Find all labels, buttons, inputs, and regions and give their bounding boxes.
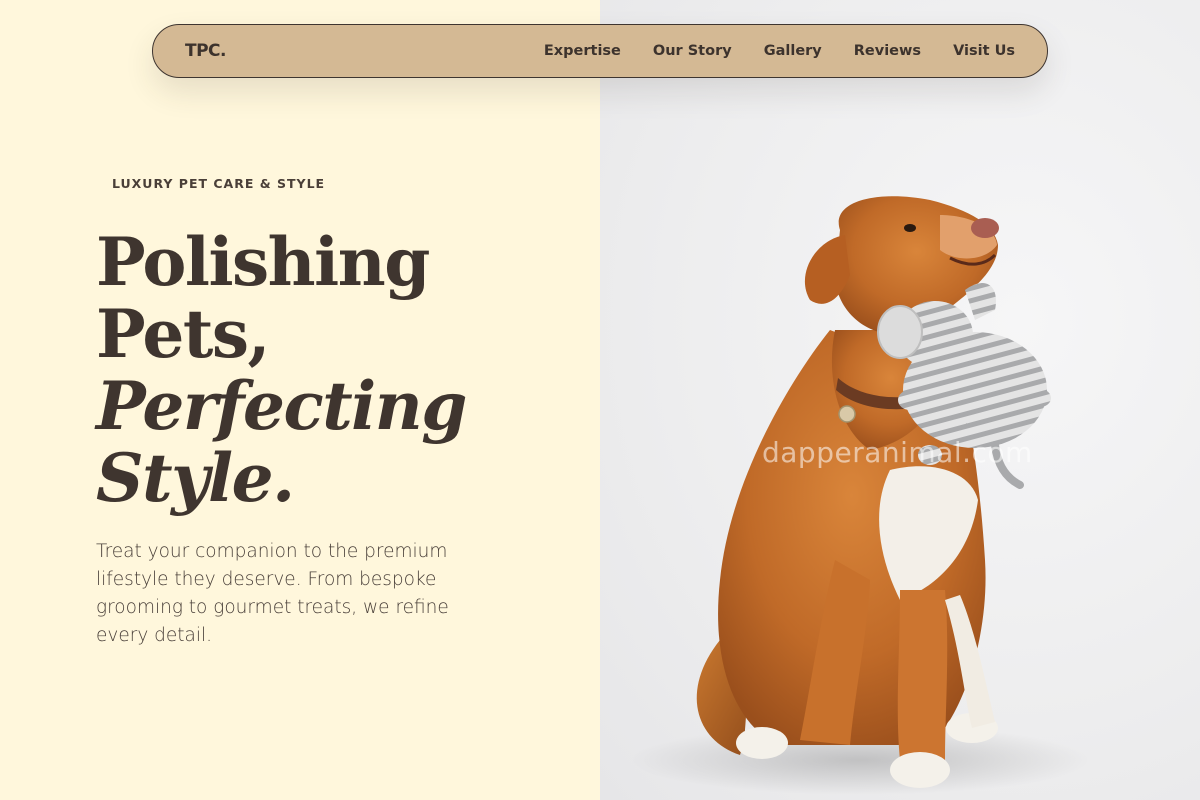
hero-eyebrow: LUXURY PET CARE & STYLE — [112, 176, 326, 191]
top-navbar: TPC. Expertise Our Story Gallery Reviews… — [152, 24, 1048, 78]
headline-line-3: Perfecting — [96, 367, 467, 445]
nav-links: Expertise Our Story Gallery Reviews Visi… — [544, 43, 1015, 59]
nav-link-visit-us[interactable]: Visit Us — [953, 43, 1015, 59]
dog-photo — [630, 196, 1090, 795]
hero-headline: Polishing Pets, Perfecting Style. — [96, 223, 467, 517]
brand-logo[interactable]: TPC. — [185, 41, 227, 61]
nav-link-reviews[interactable]: Reviews — [854, 43, 921, 59]
headline-line-4: Style. — [96, 439, 295, 517]
headline-line-2: Pets, — [96, 295, 270, 373]
nav-link-expertise[interactable]: Expertise — [544, 43, 621, 59]
hero-image-panel: dapperanimal.com — [600, 0, 1200, 800]
nav-link-gallery[interactable]: Gallery — [764, 43, 822, 59]
nav-link-our-story[interactable]: Our Story — [653, 43, 732, 59]
headline-line-1: Polishing — [96, 223, 430, 301]
hero-description: Treat your companion to the premium life… — [96, 541, 449, 646]
photo-watermark: dapperanimal.com — [762, 436, 1033, 469]
